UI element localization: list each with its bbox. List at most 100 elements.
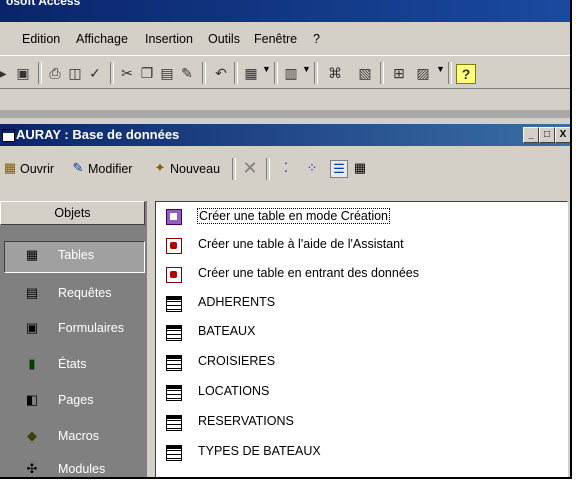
objects-list: Créer une table en mode Création Créer u… bbox=[155, 201, 568, 477]
maximize-button[interactable]: □ bbox=[539, 127, 555, 143]
mdi-background bbox=[0, 110, 570, 118]
list-item[interactable]: CROISIERES bbox=[160, 352, 560, 376]
menu-bar: Edition Affichage Insertion Outils Fenêt… bbox=[0, 28, 570, 50]
sidebar-item-label: Formulaires bbox=[58, 321, 124, 335]
list-item[interactable]: Créer une table en entrant des données bbox=[160, 264, 560, 288]
list-item-label: ADHERENTS bbox=[198, 295, 276, 309]
page-icon: ◧ bbox=[25, 392, 39, 407]
large-icons-icon[interactable]: ⁚ bbox=[278, 160, 294, 176]
report-icon: ▮ bbox=[28, 356, 36, 371]
main-toolbar: ▸ ▣ ⎙ ◫ ✓ ✂ ❐ ▤ ✎ ↶ ▦ ▼ ▥ ▼ ⌘ ▧ ⊞ ▨ ▼ ? bbox=[0, 55, 570, 89]
run-icon[interactable]: ▸ bbox=[0, 64, 12, 82]
menu-outils[interactable]: Outils bbox=[208, 32, 240, 46]
menu-edition[interactable]: Edition bbox=[22, 32, 60, 46]
open-icon[interactable]: ▦ bbox=[2, 160, 18, 176]
toolbar-separator bbox=[202, 62, 206, 84]
sidebar-item-reports[interactable]: ▮ États bbox=[0, 350, 147, 380]
objects-bar: Objets ▦ Tables ▤ Requêtes ▣ Formulaires… bbox=[0, 201, 147, 477]
paste-icon[interactable]: ▤ bbox=[158, 64, 176, 82]
undo-icon[interactable]: ↶ bbox=[212, 64, 230, 82]
help-icon[interactable]: ? bbox=[456, 64, 476, 84]
list-item[interactable]: RESERVATIONS bbox=[160, 412, 560, 436]
office-links-icon[interactable]: ▦ bbox=[242, 64, 260, 82]
delete-icon[interactable]: ✕ bbox=[242, 158, 258, 178]
sidebar-item-pages[interactable]: ◧ Pages bbox=[0, 386, 147, 416]
code-icon[interactable]: ⌘ bbox=[326, 64, 344, 82]
objects-header[interactable]: Objets bbox=[0, 201, 145, 225]
print-preview-icon[interactable]: ◫ bbox=[66, 64, 84, 82]
list-item[interactable]: Créer une table en mode Création bbox=[160, 206, 560, 230]
database-window-title-bar: AURAY : Base de données _ □ X bbox=[0, 124, 570, 146]
toolbar-separator bbox=[274, 62, 278, 84]
toolbar-separator bbox=[110, 62, 114, 84]
module-icon: ✣ bbox=[26, 461, 38, 476]
list-item[interactable]: LOCATIONS bbox=[160, 382, 560, 406]
toolbar-separator bbox=[448, 62, 452, 84]
design-icon[interactable]: ✎ bbox=[70, 160, 86, 176]
table-wizard-icon bbox=[166, 267, 182, 283]
app-title-bar: osoft Access bbox=[0, 0, 570, 22]
open-button[interactable]: Ouvrir bbox=[20, 162, 54, 176]
table-icon: ▦ bbox=[25, 247, 39, 262]
sidebar-item-modules[interactable]: ✣ Modules bbox=[0, 455, 147, 477]
sidebar-item-forms[interactable]: ▣ Formulaires bbox=[0, 314, 147, 344]
sidebar-item-queries[interactable]: ▤ Requêtes bbox=[0, 279, 147, 309]
analyze-icon[interactable]: ▥ bbox=[282, 64, 300, 82]
chevron-down-icon[interactable]: ▼ bbox=[302, 64, 311, 74]
details-view-icon[interactable]: ▦ bbox=[352, 160, 368, 176]
list-view-icon[interactable]: ☰ bbox=[330, 160, 348, 178]
menu-insertion[interactable]: Insertion bbox=[145, 32, 193, 46]
app-title: osoft Access bbox=[6, 0, 81, 8]
table-wizard-icon bbox=[166, 238, 182, 254]
close-button[interactable]: X bbox=[555, 127, 570, 143]
new-icon[interactable]: ✦ bbox=[152, 160, 168, 176]
design-button[interactable]: Modifier bbox=[88, 162, 132, 176]
list-item-label: Créer une table à l'aide de l'Assistant bbox=[198, 237, 404, 251]
table-icon bbox=[166, 445, 182, 461]
toolbar-separator bbox=[314, 62, 318, 84]
toolbar-separator bbox=[232, 158, 236, 180]
database-title: AURAY : Base de données bbox=[16, 127, 180, 142]
cut-icon[interactable]: ✂ bbox=[118, 64, 136, 82]
table-design-icon bbox=[166, 209, 182, 225]
spelling-icon[interactable]: ✓ bbox=[86, 64, 104, 82]
toolbar-separator bbox=[38, 62, 42, 84]
chevron-down-icon[interactable]: ▼ bbox=[436, 64, 445, 74]
toolbar-separator bbox=[266, 158, 270, 180]
list-item-label: BATEAUX bbox=[198, 324, 256, 338]
sidebar-item-macros[interactable]: ◆ Macros bbox=[0, 422, 147, 452]
sidebar-item-label: Macros bbox=[58, 429, 99, 443]
table-icon bbox=[166, 415, 182, 431]
table-icon bbox=[166, 325, 182, 341]
sidebar-item-label: Modules bbox=[58, 462, 106, 476]
sidebar-item-tables[interactable]: ▦ Tables bbox=[0, 241, 147, 271]
menu-fenetre[interactable]: Fenêtre bbox=[254, 32, 297, 46]
copy-icon[interactable]: ❐ bbox=[138, 64, 156, 82]
list-item-label: LOCATIONS bbox=[198, 384, 270, 398]
menu-affichage[interactable]: Affichage bbox=[76, 32, 128, 46]
new-object-icon[interactable]: ▨ bbox=[414, 64, 432, 82]
query-icon: ▤ bbox=[25, 285, 39, 300]
minimize-button[interactable]: _ bbox=[523, 127, 539, 143]
sidebar-item-label: Tables bbox=[58, 248, 95, 262]
list-item[interactable]: TYPES DE BATEAUX bbox=[160, 442, 560, 466]
new-button[interactable]: Nouveau bbox=[170, 162, 220, 176]
print-icon[interactable]: ⎙ bbox=[46, 64, 64, 82]
format-painter-icon[interactable]: ✎ bbox=[178, 64, 196, 82]
list-item[interactable]: Créer une table à l'aide de l'Assistant bbox=[160, 235, 560, 259]
sidebar-item-label: Requêtes bbox=[58, 286, 112, 300]
list-item[interactable]: ADHERENTS bbox=[160, 293, 560, 317]
database-toolbar: ▦ Ouvrir ✎ Modifier ✦ Nouveau ✕ ⁚ ⁘ ☰ ▦ bbox=[0, 148, 570, 188]
database-icon bbox=[2, 129, 15, 142]
menu-help[interactable]: ? bbox=[313, 32, 320, 46]
properties-icon[interactable]: ▧ bbox=[356, 64, 374, 82]
relationships-icon[interactable]: ⊞ bbox=[390, 64, 408, 82]
save-icon[interactable]: ▣ bbox=[14, 64, 32, 82]
toolbar-separator bbox=[380, 62, 384, 84]
chevron-down-icon[interactable]: ▼ bbox=[262, 64, 271, 74]
list-item-label: Créer une table en mode Création bbox=[197, 208, 391, 224]
list-item[interactable]: BATEAUX bbox=[160, 322, 560, 346]
list-item-label: TYPES DE BATEAUX bbox=[198, 444, 321, 458]
small-icons-icon[interactable]: ⁘ bbox=[304, 160, 320, 176]
table-icon bbox=[166, 385, 182, 401]
